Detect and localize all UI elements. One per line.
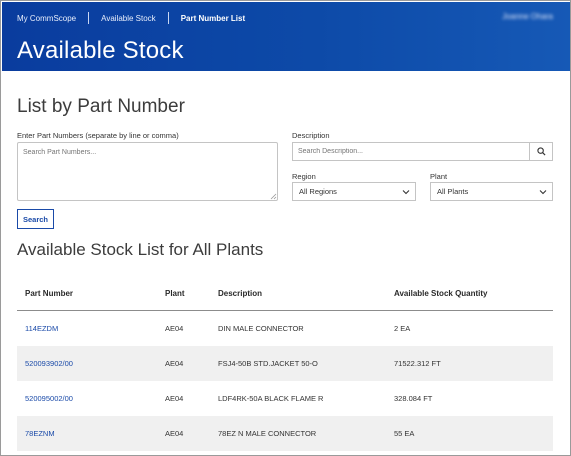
description-cell: FSJ4-50B STD.JACKET 50-O — [218, 359, 318, 368]
part-number-link[interactable]: 520095002/00 — [25, 394, 73, 403]
quantity-cell: 71522.312 FT — [394, 359, 441, 368]
search-icon — [536, 147, 546, 156]
list-heading: Available Stock List for All Plants — [17, 240, 264, 259]
search-button[interactable]: Search — [17, 209, 54, 229]
plant-cell: AE04 — [165, 359, 184, 368]
table-row: 78EZNM AE04 78EZ N MALE CONNECTOR 55 EA — [17, 416, 553, 451]
chevron-down-icon — [402, 190, 410, 195]
plant-select-value: All Plants — [437, 187, 469, 196]
description-cell: LDF4RK-50A BLACK FLAME R — [218, 394, 324, 403]
part-number-link[interactable]: 78EZNM — [25, 429, 55, 438]
quantity-cell: 55 EA — [394, 429, 415, 438]
description-search-input[interactable] — [292, 142, 530, 161]
region-select-value: All Regions — [299, 187, 337, 196]
table-row: 114EZDM AE04 DIN MALE CONNECTOR 2 EA — [17, 311, 553, 346]
plant-select[interactable]: All Plants — [430, 182, 553, 201]
column-header-description[interactable]: Description — [218, 289, 262, 298]
chevron-down-icon — [539, 190, 547, 195]
top-navigation: My CommScope Available Stock Part Number… — [17, 12, 257, 24]
region-label: Region — [292, 172, 316, 181]
page-header: My CommScope Available Stock Part Number… — [2, 2, 570, 71]
description-cell: DIN MALE CONNECTOR — [218, 324, 304, 333]
part-number-link[interactable]: 520093902/00 — [25, 359, 73, 368]
part-numbers-label: Enter Part Numbers (separate by line or … — [17, 131, 179, 140]
part-number-link[interactable]: 114EZDM — [25, 324, 58, 333]
part-numbers-input[interactable] — [17, 142, 278, 201]
nav-my-commscope[interactable]: My CommScope — [17, 14, 88, 23]
stock-table: Part Number Plant Description Available … — [17, 277, 553, 451]
page-title: Available Stock — [17, 37, 184, 64]
plant-cell: AE04 — [165, 429, 184, 438]
resize-grip-icon[interactable] — [270, 193, 277, 200]
plant-cell: AE04 — [165, 324, 184, 333]
page-frame: My CommScope Available Stock Part Number… — [0, 0, 571, 456]
quantity-cell: 2 EA — [394, 324, 411, 333]
table-row: 520093902/00 AE04 FSJ4-50B STD.JACKET 50… — [17, 346, 553, 381]
column-header-part-number[interactable]: Part Number — [25, 289, 73, 298]
nav-part-number-list[interactable]: Part Number List — [169, 14, 257, 23]
description-cell: 78EZ N MALE CONNECTOR — [218, 429, 317, 438]
description-search-button[interactable] — [529, 142, 553, 161]
user-name[interactable]: Joanne Ohara — [502, 12, 553, 21]
description-label: Description — [292, 131, 330, 140]
section-heading: List by Part Number — [17, 96, 185, 117]
nav-available-stock[interactable]: Available Stock — [89, 14, 168, 23]
plant-label: Plant — [430, 172, 448, 181]
plant-cell: AE04 — [165, 394, 184, 403]
column-header-plant[interactable]: Plant — [165, 289, 185, 298]
region-select[interactable]: All Regions — [292, 182, 416, 201]
column-header-quantity[interactable]: Available Stock Quantity — [394, 289, 488, 298]
quantity-cell: 328.084 FT — [394, 394, 433, 403]
table-row: 520095002/00 AE04 LDF4RK-50A BLACK FLAME… — [17, 381, 553, 416]
table-header: Part Number Plant Description Available … — [17, 277, 553, 311]
